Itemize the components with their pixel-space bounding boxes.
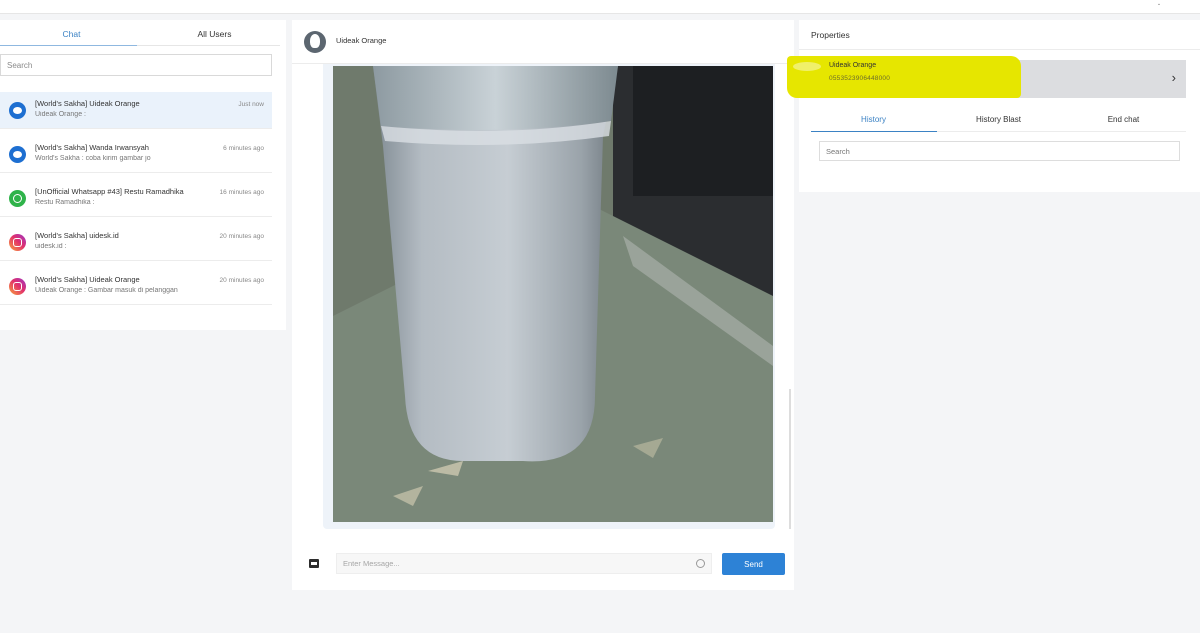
conversation-preview: Uideak Orange : [35, 111, 86, 118]
instagram-icon [9, 234, 26, 251]
chat-header: Uideak Orange [292, 20, 794, 64]
properties-tabs: History History Blast End chat [811, 112, 1186, 132]
conversation-search-input[interactable] [0, 54, 272, 76]
message-composer: Send [292, 548, 794, 582]
conversation-title: [World's Sakha] Uideak Orange [35, 99, 140, 108]
conversation-list: [World's Sakha] Uideak Orange Uideak Ora… [0, 92, 272, 312]
conversation-time: Just now [238, 101, 264, 108]
active-tab-underline [811, 131, 937, 132]
whatsapp-icon [9, 190, 26, 207]
messenger-icon [9, 102, 26, 119]
top-bar: ᐧ [0, 0, 1200, 14]
image-attach-icon[interactable] [309, 559, 319, 568]
conversation-time: 20 minutes ago [219, 233, 264, 240]
tab-divider [937, 131, 1186, 132]
contact-name: Uideak Orange [829, 62, 877, 69]
messenger-icon [9, 146, 26, 163]
chat-panel: Uideak Orange Enter Message... Send [292, 20, 794, 590]
contact-card[interactable]: Uideak Orange 0553523906448000 › [787, 56, 1186, 98]
contact-avatar-icon [793, 62, 821, 71]
conversation-panel: Chat All Users [World's Sakha] Uideak Or… [0, 20, 286, 330]
conversation-item[interactable]: [World's Sakha] uidesk.id uidesk.id : 20… [0, 224, 272, 261]
conversation-item[interactable]: [World's Sakha] Uideak Orange Uideak Ora… [0, 92, 272, 129]
message-image[interactable] [333, 66, 773, 522]
tab-history-blast[interactable]: History Blast [936, 112, 1061, 132]
conversation-preview: uidesk.id : [35, 243, 67, 250]
top-right-corner-icon[interactable]: ᐧ [1157, 0, 1160, 11]
tab-all-users[interactable]: All Users [143, 20, 286, 46]
message-bubble [323, 64, 775, 529]
highlight-marker: Uideak Orange 0553523906448000 [787, 56, 1021, 98]
conversation-title: [World's Sakha] Uideak Orange [35, 275, 140, 284]
conversation-time: 6 minutes ago [223, 145, 264, 152]
tab-end-chat[interactable]: End chat [1061, 112, 1186, 132]
instagram-icon [9, 278, 26, 295]
emoji-icon[interactable] [696, 559, 705, 568]
conversation-preview: Uideak Orange : Gambar masuk di pelangga… [35, 287, 178, 294]
active-tab-underline [0, 45, 137, 46]
conversation-time: 16 minutes ago [219, 189, 264, 196]
conversation-preview: Restu Ramadhika : [35, 199, 95, 206]
conversation-title: [World's Sakha] Wanda Irwansyah [35, 143, 149, 152]
properties-panel: Properties Uideak Orange 055352390644800… [787, 20, 1200, 192]
chat-contact-name: Uideak Orange [336, 36, 387, 45]
contact-phone: 0553523906448000 [829, 75, 891, 82]
message-input[interactable] [336, 553, 712, 574]
avatar [304, 31, 326, 53]
send-button[interactable]: Send [722, 553, 785, 575]
conversation-time: 20 minutes ago [219, 277, 264, 284]
tab-divider [137, 45, 280, 46]
conversation-item[interactable]: [UnOfficial Whatsapp #43] Restu Ramadhik… [0, 180, 272, 217]
chat-scrollbar[interactable] [789, 389, 791, 529]
properties-title: Properties [811, 30, 850, 40]
conversation-title: [UnOfficial Whatsapp #43] Restu Ramadhik… [35, 187, 184, 196]
conversation-item[interactable]: [World's Sakha] Wanda Irwansyah World's … [0, 136, 272, 173]
chevron-right-icon[interactable]: › [1172, 70, 1176, 85]
conversation-item[interactable]: [World's Sakha] Uideak Orange Uideak Ora… [0, 268, 272, 305]
conversation-preview: World's Sakha : coba kirim gambar jo [35, 155, 151, 162]
left-tabs: Chat All Users [0, 20, 286, 46]
divider [799, 49, 1200, 50]
history-search-input[interactable] [819, 141, 1180, 161]
tab-chat[interactable]: Chat [0, 20, 143, 46]
message-area[interactable] [292, 64, 794, 540]
conversation-title: [World's Sakha] uidesk.id [35, 231, 119, 240]
tab-history[interactable]: History [811, 112, 936, 132]
